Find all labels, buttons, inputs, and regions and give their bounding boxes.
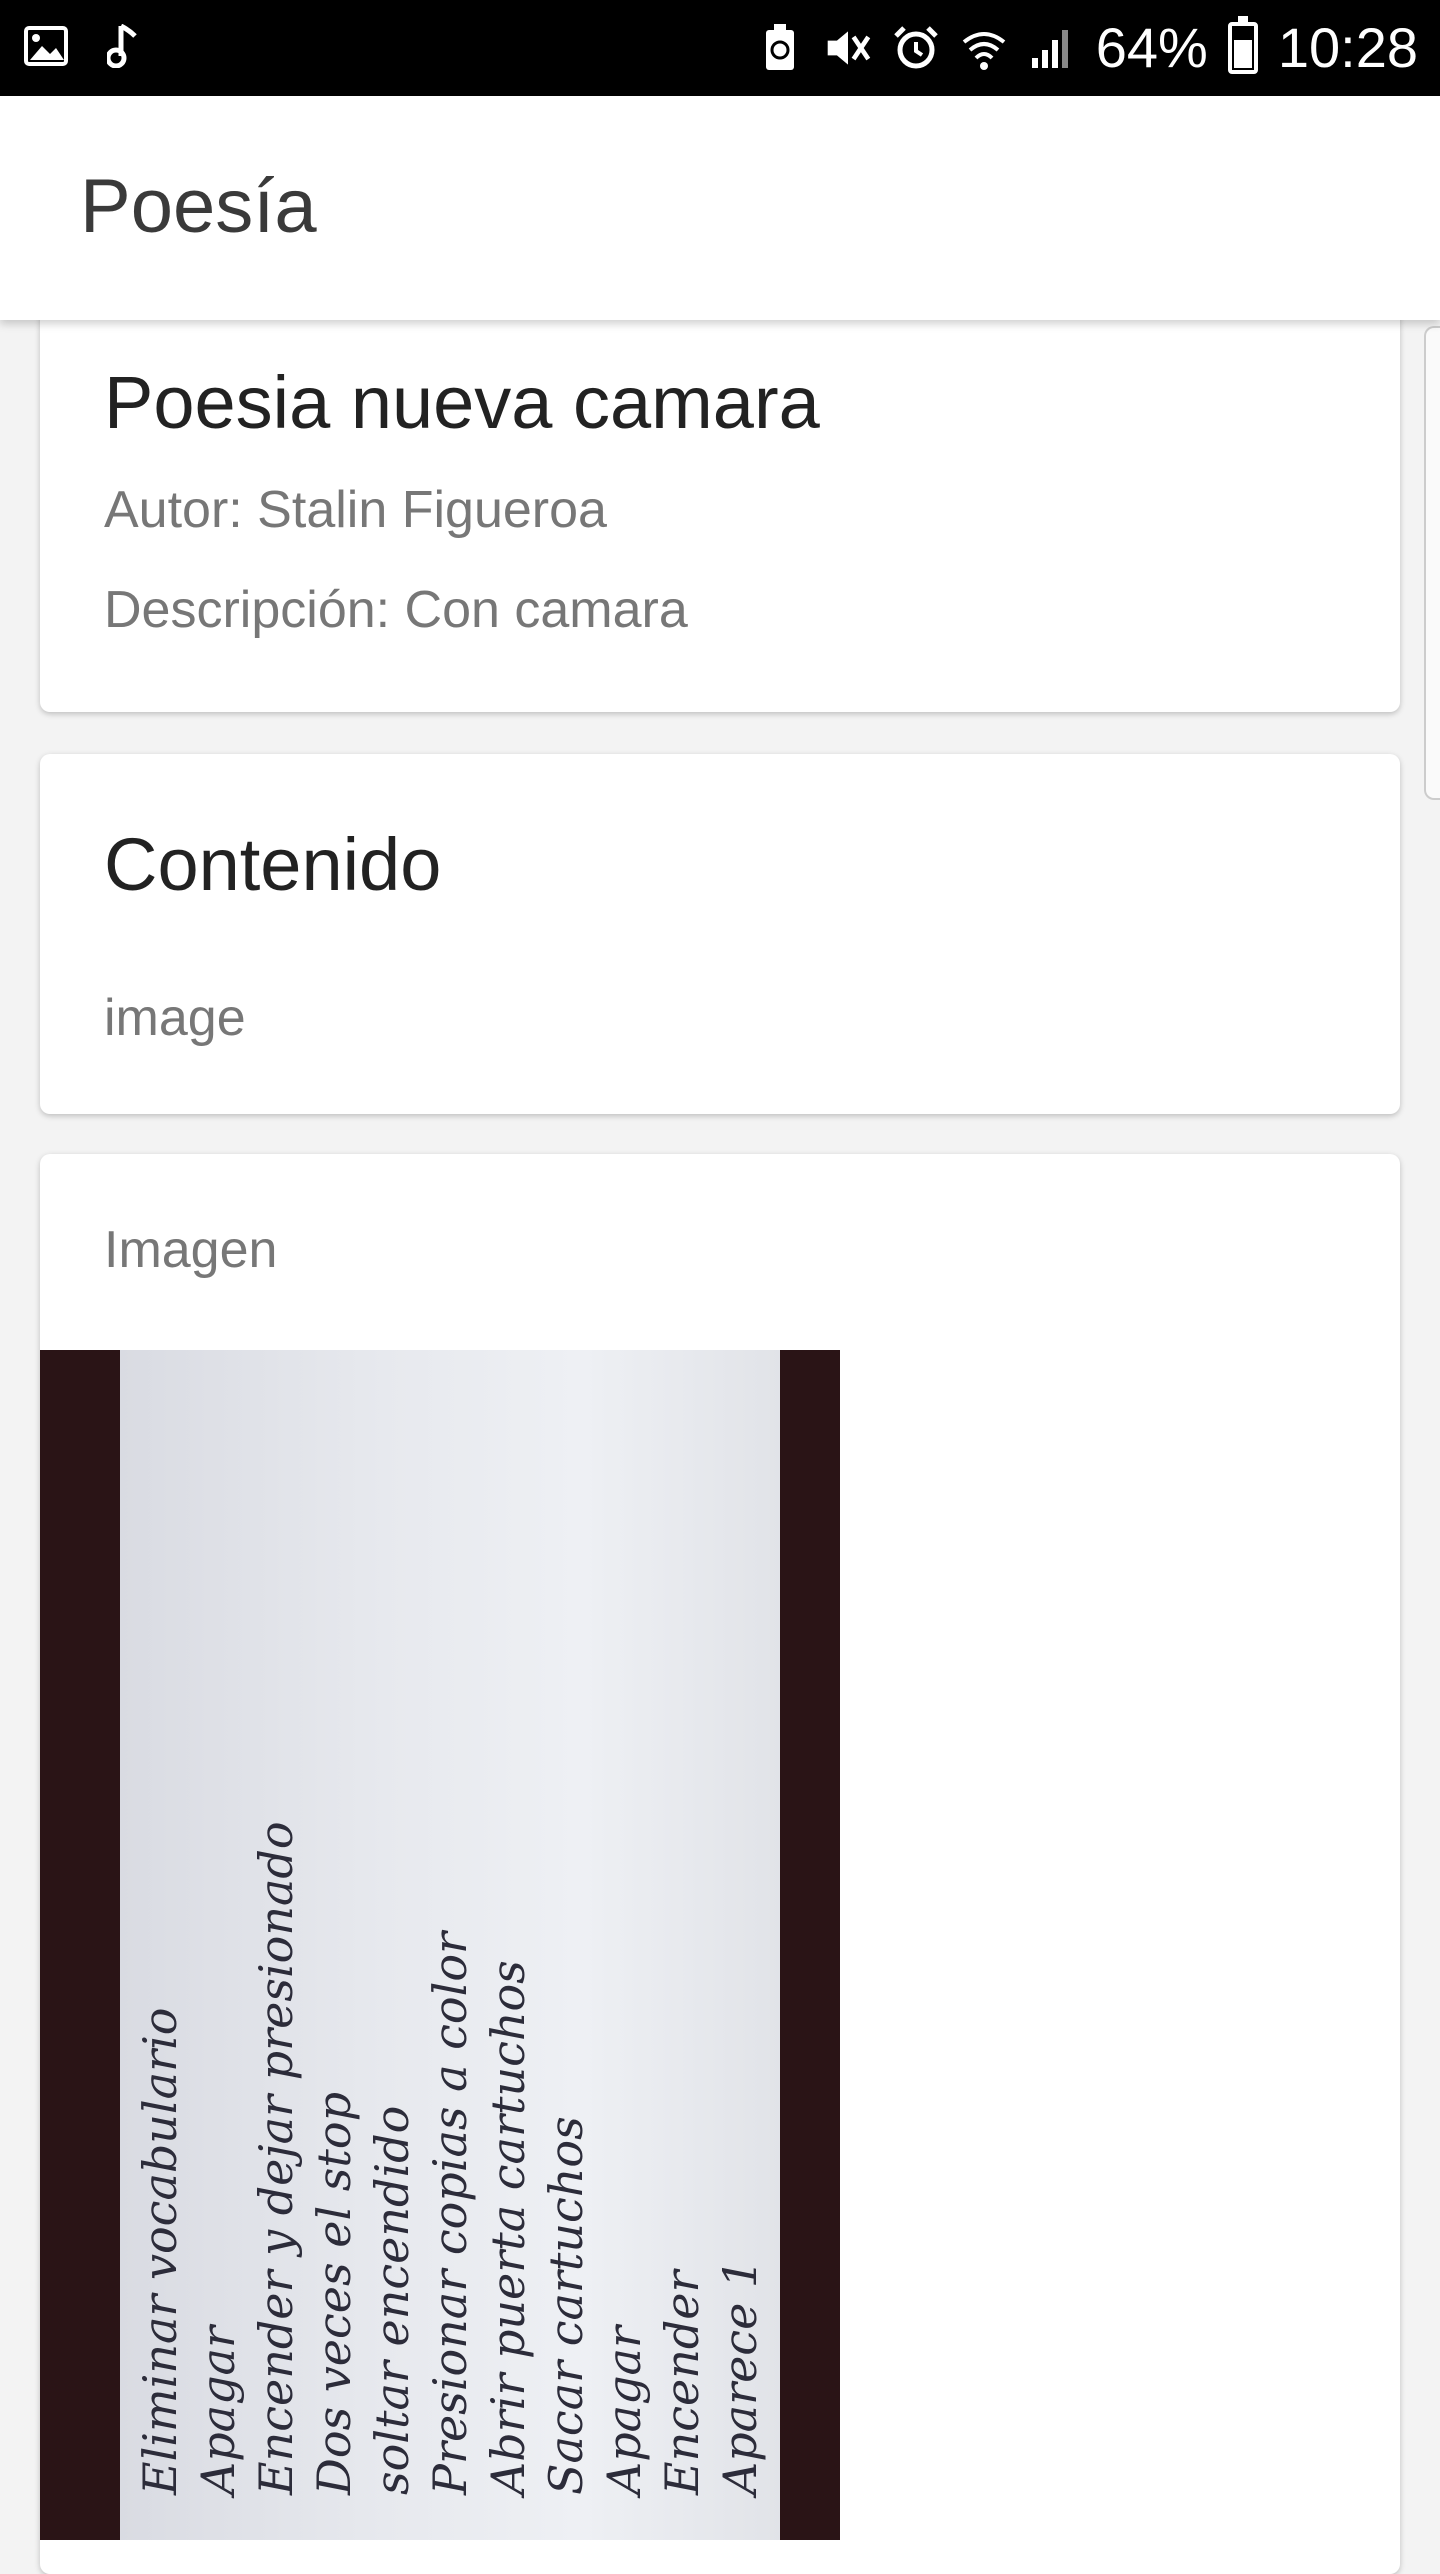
music-note-icon	[98, 22, 146, 70]
alarm-icon	[892, 24, 940, 72]
battery-icon	[1227, 16, 1258, 74]
poem-title: Poesia nueva camara	[104, 361, 820, 444]
page-title: Poesía	[80, 164, 317, 249]
side-scroll-edge	[1424, 326, 1440, 800]
signal-icon	[1028, 24, 1076, 72]
poem-photo[interactable]: Eliminar vocabulario Apagar Encender y d…	[40, 1350, 840, 2540]
image-card: Imagen Eliminar vocabulario Apagar Encen…	[40, 1154, 1400, 2574]
content-card: Contenido image	[40, 754, 1400, 1114]
wifi-icon	[960, 24, 1008, 72]
app-bar: Poesía	[0, 96, 1440, 320]
handwritten-text: Eliminar vocabulario Apagar Encender y d…	[133, 1821, 767, 2495]
battery-percent: 64%	[1095, 16, 1208, 79]
status-right: 64% 10:28	[756, 14, 1418, 82]
poem-author: Autor: Stalin Figueroa	[104, 481, 607, 539]
image-icon	[22, 22, 70, 70]
mute-icon	[824, 24, 872, 72]
image-label: Imagen	[104, 1221, 278, 1279]
battery-saver-icon	[756, 24, 804, 72]
content-text: image	[104, 989, 246, 1047]
poem-description: Descripción: Con camara	[104, 581, 688, 639]
paper-sheet: Eliminar vocabulario Apagar Encender y d…	[120, 1350, 780, 2540]
clock: 10:28	[1277, 16, 1418, 79]
poem-info-card: Poesia nueva camara Autor: Stalin Figuer…	[40, 296, 1400, 712]
status-bar: 64% 10:28	[0, 0, 1440, 96]
status-left	[22, 22, 146, 70]
content-title: Contenido	[104, 823, 442, 906]
